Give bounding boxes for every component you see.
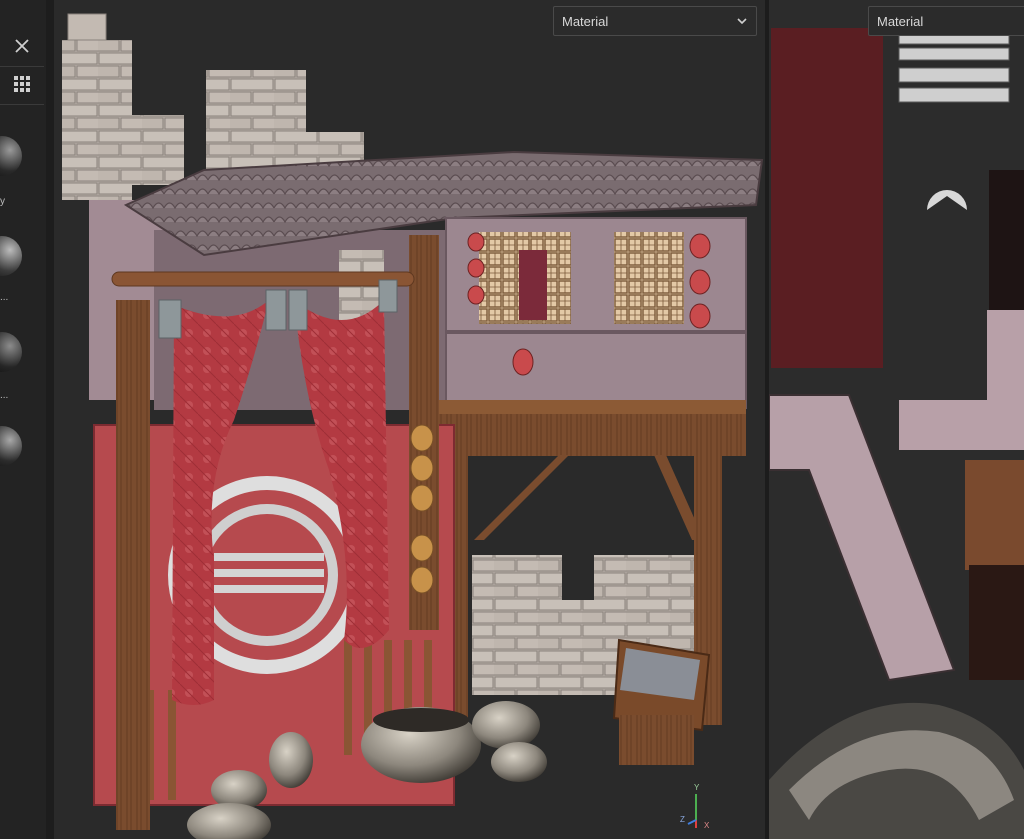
material-label: ... [0,292,9,303]
uv-view-mode-value: Material [877,13,924,29]
chevron-down-icon [737,18,747,25]
3d-viewport[interactable]: Material Y Z X [54,0,765,839]
grid-view-button[interactable] [0,66,44,102]
uv-view-mode-dropdown[interactable]: Material [868,6,1024,36]
axis-z-label: Z [680,815,685,824]
close-icon [15,39,29,53]
view-mode-value: Material [562,13,609,29]
uv-islands [769,28,1024,839]
close-button[interactable] [0,28,44,64]
viewport-view-mode-dropdown[interactable]: Material [553,6,757,36]
uv-texture-panel[interactable]: Material [769,0,1024,839]
axis-gizmo: Y Z X [680,783,710,830]
house-model [62,13,764,839]
grid-icon [14,76,30,92]
axis-y-label: Y [694,783,700,792]
material-label: ... [0,390,9,401]
panel-divider[interactable] [46,0,54,839]
material-sidebar: y ... ... [0,0,47,839]
material-label: y [0,196,5,207]
axis-x-label: X [704,821,710,830]
